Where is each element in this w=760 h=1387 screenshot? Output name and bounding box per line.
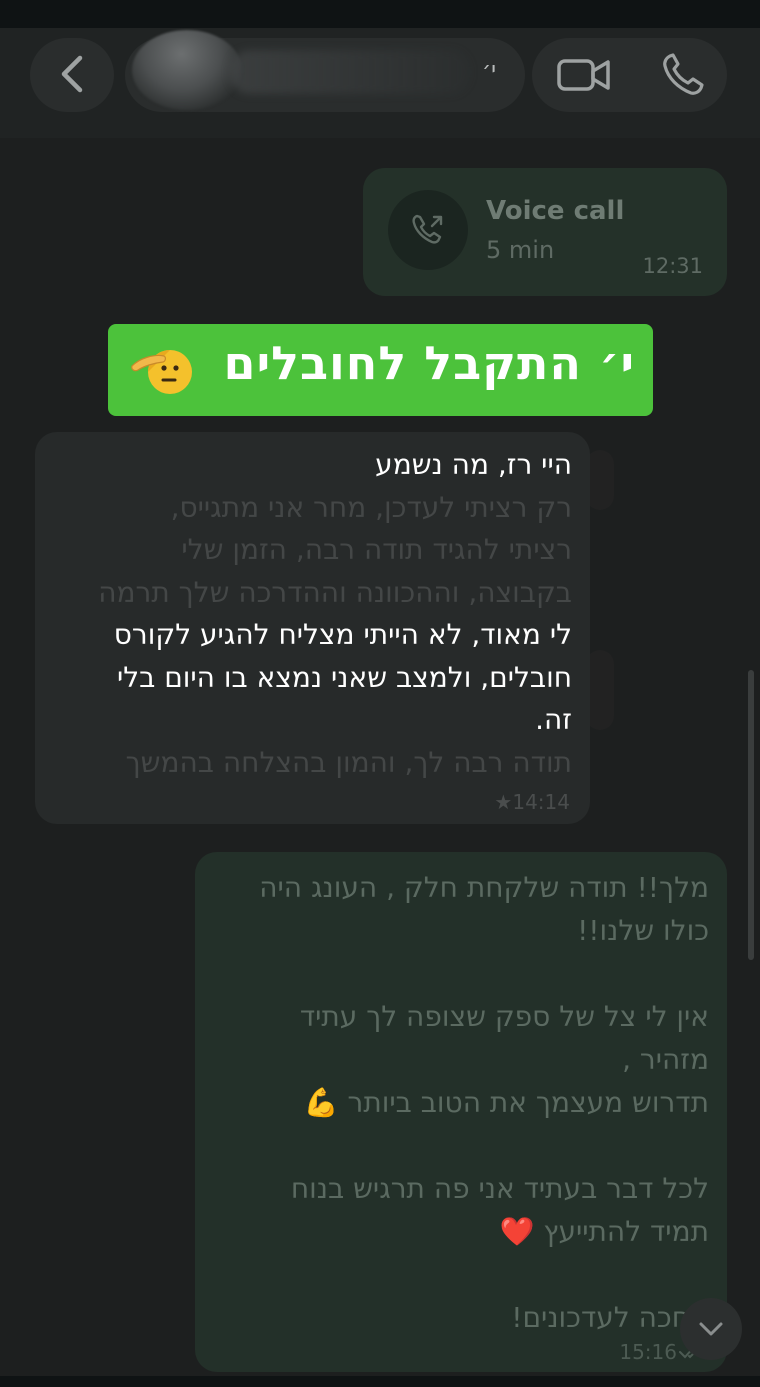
message-text: היי רז, מה נשמע רק רציתי לעדכן, מחר אני … bbox=[52, 444, 572, 784]
message-line: לכל דבר בעתיד אני פה תרגיש בנוח bbox=[290, 1172, 709, 1205]
message-time: 12:31 bbox=[642, 254, 703, 278]
chat-screen: י׳ Voice call 5 min 12:31 י׳ התקבל לחובל… bbox=[0, 0, 760, 1387]
message-line: זה. bbox=[535, 703, 572, 736]
voice-call-title: Voice call bbox=[486, 196, 625, 226]
message-time: ★14:14 bbox=[494, 790, 570, 814]
message-line: בקבוצה, וההכוונה וההדרכה שלך תרמה bbox=[98, 575, 572, 609]
message-line: מלך!! תודה שלקחת חלק , העונג היה bbox=[259, 871, 709, 904]
message-line: אין לי צל של ספק שצופה לך עתיד bbox=[299, 1000, 709, 1033]
highlight-banner: י׳ התקבל לחובלים bbox=[108, 324, 653, 416]
voice-call-duration: 5 min bbox=[486, 236, 555, 264]
reaction-avatar bbox=[586, 650, 614, 730]
message-line bbox=[209, 1253, 709, 1296]
message-line: תדרוש מעצמך את הטוב ביותר 💪 bbox=[303, 1086, 709, 1119]
outgoing-call-icon bbox=[412, 214, 443, 244]
message-text: מלך!! תודה שלקחת חלק , העונג היה כולו של… bbox=[209, 866, 709, 1339]
chevron-left-icon[interactable] bbox=[52, 50, 92, 98]
voice-call-bubble[interactable]: Voice call 5 min 12:31 bbox=[363, 168, 727, 296]
home-indicator-bar bbox=[0, 1376, 760, 1387]
phone-icon[interactable] bbox=[660, 50, 706, 98]
reaction-avatar bbox=[586, 450, 614, 510]
message-line bbox=[209, 952, 709, 995]
chat-header: י׳ bbox=[0, 28, 760, 138]
chevron-down-icon bbox=[699, 1322, 723, 1336]
voice-call-icon-circle bbox=[388, 190, 468, 270]
message-line: רציתי להגיד תודה רבה, הזמן שלי bbox=[181, 533, 572, 566]
contact-name-redacted bbox=[230, 50, 470, 94]
message-line: חובלים, ולמצב שאני נמצא בו היום בלי bbox=[116, 660, 572, 694]
banner-text: י׳ התקבל לחובלים bbox=[223, 336, 635, 390]
message-line: היי רז, מה נשמע bbox=[375, 448, 572, 481]
message-line: רק רציתי לעדכן, מחר אני מתגייס, bbox=[170, 490, 572, 524]
message-line: כולו שלנו!! bbox=[577, 914, 709, 947]
video-camera-icon[interactable] bbox=[556, 52, 612, 98]
incoming-message-bubble[interactable]: היי רז, מה נשמע רק רציתי לעדכן, מחר אני … bbox=[35, 432, 590, 824]
status-bar bbox=[0, 0, 760, 28]
scroll-to-bottom-button[interactable] bbox=[680, 1298, 742, 1360]
contact-name-suffix: י׳ bbox=[482, 58, 497, 83]
message-line: תמיד להתייעץ ❤️ bbox=[499, 1215, 709, 1248]
message-line: תודה רבה לך, והמון בהצלחה בהמשך bbox=[125, 745, 572, 779]
message-time: 15:16 bbox=[619, 1340, 677, 1364]
avatar[interactable] bbox=[132, 30, 242, 110]
message-line: לי מאוד, לא הייתי מצליח להגיע לקורס bbox=[113, 618, 572, 651]
message-line: מזהיר , bbox=[622, 1043, 709, 1076]
message-line bbox=[209, 1124, 709, 1167]
message-line: מחכה לעדכונים! bbox=[511, 1301, 709, 1334]
outgoing-message-bubble[interactable]: מלך!! תודה שלקחת חלק , העונג היה כולו של… bbox=[195, 852, 727, 1372]
scrollbar[interactable] bbox=[748, 670, 754, 960]
